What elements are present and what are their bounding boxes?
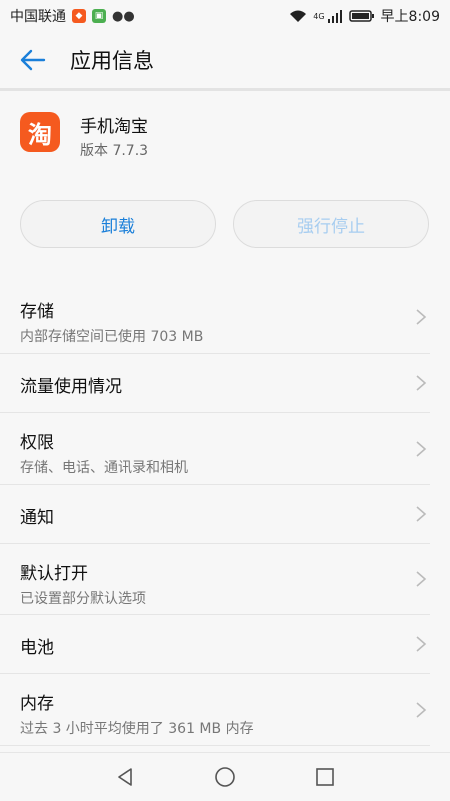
network-type-label: 4G [313,11,325,21]
item-subtitle: 已设置部分默认选项 [20,591,146,607]
item-title: 存储 [20,302,54,322]
status-right: 4G 早上8:09 [289,6,440,26]
chevron-right-icon [416,571,427,587]
battery-icon [348,10,374,22]
list-item-open-by-default[interactable]: 默认打开 已设置部分默认选项 [0,544,430,615]
settings-list: 存储 内部存储空间已使用 703 MB 流量使用情况 权限 存储、电话、通讯录和… [0,280,450,746]
app-bar: 应用信息 [0,32,450,88]
list-item-permissions[interactable]: 权限 存储、电话、通讯录和相机 [0,413,430,485]
chevron-right-icon [416,701,427,718]
status-bar: 中国联通 ◆ ▣ ●● 4G 早上8:09 [0,0,450,32]
app-name: 手机淘宝 [80,117,148,137]
item-title: 默认打开 [20,564,88,584]
list-item-notifications[interactable]: 通知 [0,485,430,544]
system-nav-bar [0,752,450,801]
item-title: 电池 [20,638,54,658]
app-version: 版本 7.7.3 [80,143,149,159]
uninstall-button[interactable]: 卸载 [20,200,216,248]
item-subtitle: 内部存储空间已使用 703 MB [20,329,204,345]
status-left: 中国联通 ◆ ▣ ●● [10,6,135,26]
list-item-battery[interactable]: 电池 [0,615,430,674]
nav-home-icon[interactable] [213,765,237,789]
page-title: 应用信息 [70,49,154,73]
taobao-notification-icon: ◆ [72,9,86,23]
force-stop-button[interactable]: 强行停止 [233,200,429,248]
app-info: 淘 手机淘宝 版本 7.7.3 [0,92,450,182]
item-title: 内存 [20,694,54,714]
nav-back-icon[interactable] [113,765,137,789]
signal-icon [327,10,342,23]
chevron-right-icon [416,506,427,522]
list-item-memory[interactable]: 内存 过去 3 小时平均使用了 361 MB 内存 [0,674,430,746]
sms-notification-icon: ▣ [92,9,106,23]
chevron-right-icon [416,636,427,652]
wifi-icon [290,10,307,22]
item-title: 权限 [20,433,54,453]
chevron-right-icon [416,375,427,391]
item-subtitle: 过去 3 小时平均使用了 361 MB 内存 [20,721,254,737]
item-subtitle: 存储、电话、通讯录和相机 [20,460,188,476]
nav-recents-icon[interactable] [313,765,337,789]
chevron-right-icon [416,440,427,457]
back-arrow-icon[interactable] [18,45,48,75]
wechat-notification-icon: ●● [112,8,135,24]
header-divider [0,88,450,91]
chevron-right-icon [416,308,427,325]
taobao-app-icon: 淘 [20,112,60,152]
list-item-storage[interactable]: 存储 内部存储空间已使用 703 MB [0,280,430,354]
item-title: 通知 [20,508,54,528]
list-item-data-usage[interactable]: 流量使用情况 [0,354,430,413]
carrier-label: 中国联通 [10,9,66,25]
item-title: 流量使用情况 [20,377,122,397]
clock: 早上8:09 [380,9,440,25]
